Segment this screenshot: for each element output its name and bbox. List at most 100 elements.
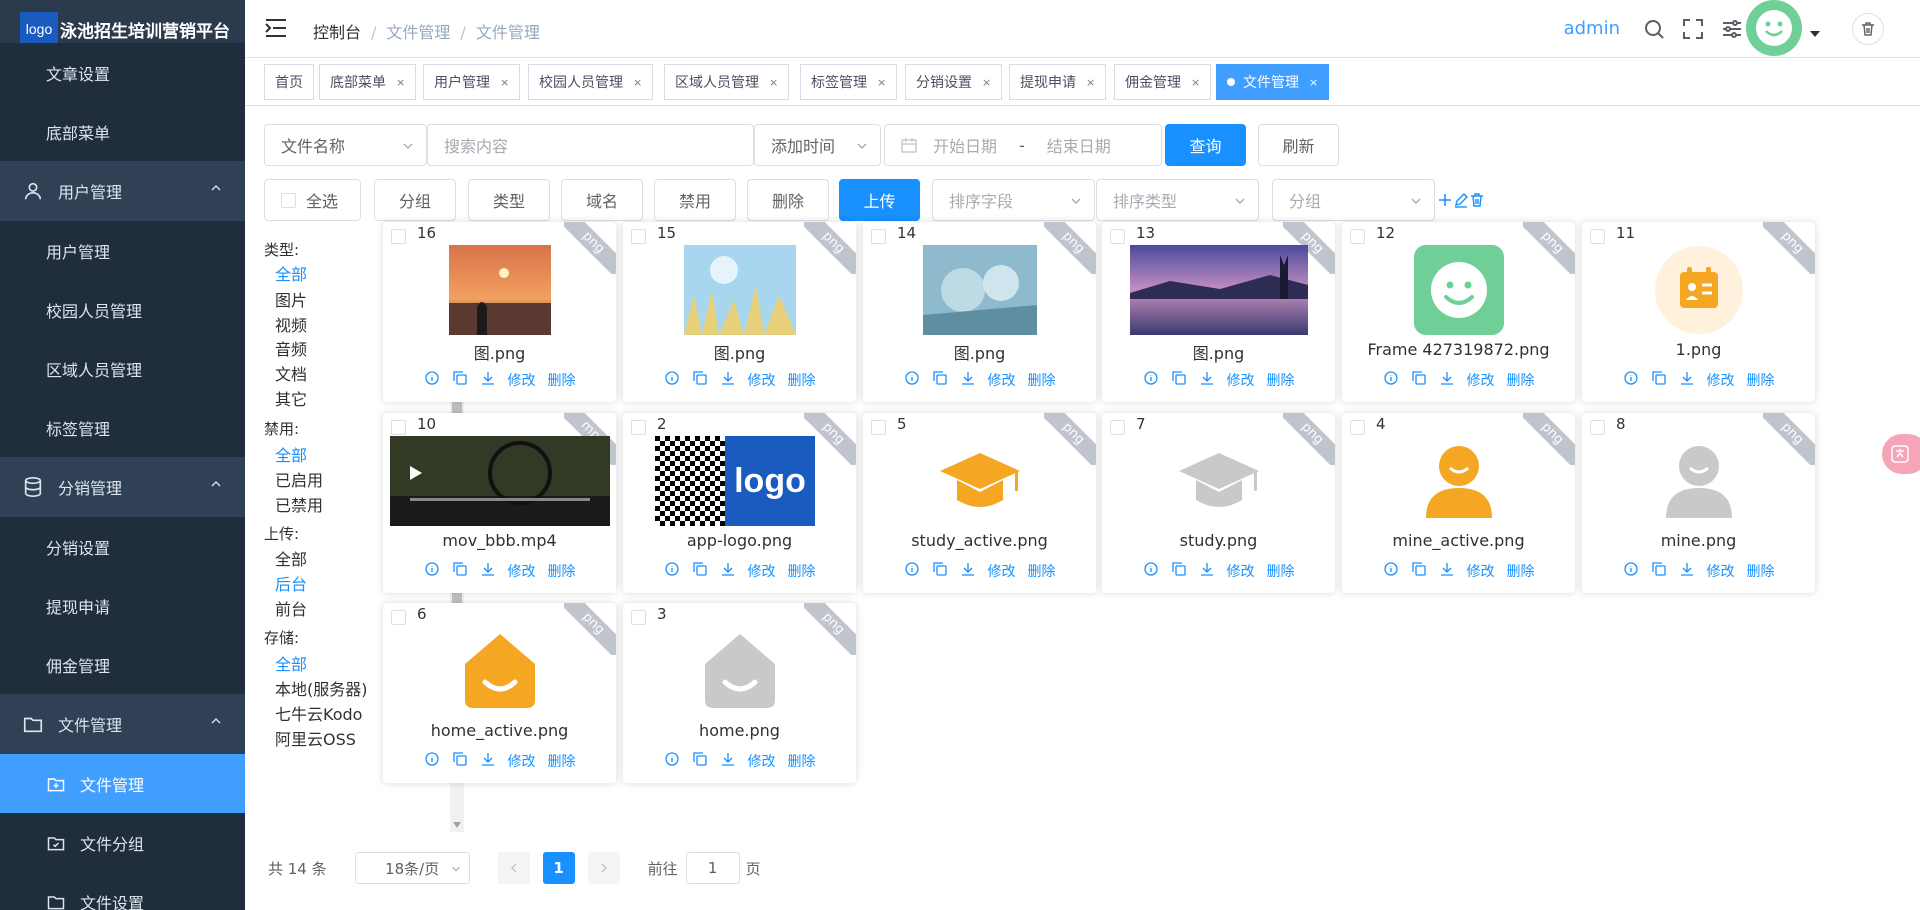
file-thumbnail[interactable] (623, 244, 856, 336)
username[interactable]: admin (1564, 18, 1620, 39)
sidebar-item-commission[interactable]: 佣金管理 (0, 635, 245, 694)
file-card[interactable]: 12 png Frame 427319872.png 修改 删除 (1342, 222, 1575, 402)
delete-file-button[interactable]: 删除 (1747, 370, 1775, 390)
edit-button[interactable]: 修改 (508, 370, 536, 390)
file-thumbnail[interactable] (1582, 244, 1815, 336)
sidebar-item-file-settings[interactable]: 文件设置 (0, 872, 245, 910)
end-date-placeholder[interactable]: 结束日期 (1047, 133, 1111, 157)
file-thumbnail[interactable] (1582, 435, 1815, 527)
tab-tags[interactable]: 标签管理 × (800, 64, 898, 100)
breadcrumb-item[interactable]: 文件管理 (386, 23, 450, 42)
file-card[interactable]: 3 png home.png 修改 删除 (623, 603, 856, 783)
file-thumbnail[interactable] (1102, 435, 1335, 527)
refresh-button[interactable]: 刷新 (1258, 124, 1339, 166)
info-button[interactable] (664, 370, 680, 390)
download-button[interactable] (960, 561, 976, 581)
translate-floating-button[interactable] (1882, 434, 1920, 474)
delete-file-button[interactable]: 删除 (788, 370, 816, 390)
tab-distribution-settings[interactable]: 分销设置 × (905, 64, 1003, 100)
next-page-button[interactable] (587, 852, 620, 884)
search-icon[interactable] (1643, 18, 1665, 40)
edit-button[interactable]: 修改 (748, 751, 776, 771)
close-icon[interactable]: × (982, 76, 991, 89)
tab-region-staff[interactable]: 区域人员管理 × (664, 64, 790, 100)
sidebar-item-withdraw[interactable]: 提现申请 (0, 576, 245, 635)
file-card[interactable]: 11 png 1.png 修改 删除 (1582, 222, 1815, 402)
goto-page-input[interactable]: 1 (685, 852, 740, 884)
info-button[interactable] (1383, 370, 1399, 390)
type-button[interactable]: 类型 (468, 179, 550, 221)
sort-type-select[interactable]: 排序类型 (1096, 179, 1259, 221)
download-button[interactable] (720, 370, 736, 390)
select-all-checkbox[interactable]: 全选 (264, 179, 361, 221)
file-checkbox[interactable] (1350, 229, 1365, 244)
date-range-picker[interactable]: 开始日期 - 结束日期 (884, 124, 1162, 166)
tab-file-manage[interactable]: 文件管理 × (1216, 64, 1330, 100)
file-thumbnail[interactable] (1102, 244, 1335, 336)
search-input[interactable]: 搜索内容 (427, 124, 754, 166)
sidebar-item-user-manage[interactable]: 用户管理 (0, 221, 245, 280)
close-icon[interactable]: × (1191, 76, 1200, 89)
settings-sliders-icon[interactable] (1721, 18, 1743, 40)
info-button[interactable] (1623, 561, 1639, 581)
filter-type-audio[interactable]: 音频 (275, 336, 307, 360)
file-card[interactable]: 16 png 图.png 修改 删除 (383, 222, 616, 402)
edit-button[interactable]: 修改 (988, 561, 1016, 581)
copy-link-button[interactable] (1651, 561, 1667, 581)
edit-button[interactable]: 修改 (748, 370, 776, 390)
info-button[interactable] (664, 751, 680, 771)
sidebar-item-bottom-menu[interactable]: 底部菜单 (0, 102, 245, 161)
edit-button[interactable]: 修改 (988, 370, 1016, 390)
download-button[interactable] (1679, 370, 1695, 390)
query-button[interactable]: 查询 (1165, 124, 1246, 166)
download-button[interactable] (1439, 370, 1455, 390)
file-thumbnail[interactable] (383, 435, 616, 527)
tab-campus-staff[interactable]: 校园人员管理 × (528, 64, 654, 100)
close-icon[interactable]: × (500, 76, 509, 89)
file-thumbnail[interactable] (623, 625, 856, 717)
download-button[interactable] (1439, 561, 1455, 581)
copy-link-button[interactable] (1411, 370, 1427, 390)
file-checkbox[interactable] (871, 420, 886, 435)
filter-upload-all[interactable]: 全部 (275, 546, 307, 570)
copy-link-button[interactable] (692, 751, 708, 771)
file-thumbnail[interactable] (383, 244, 616, 336)
delete-file-button[interactable]: 删除 (548, 561, 576, 581)
delete-file-button[interactable]: 删除 (788, 751, 816, 771)
edit-button[interactable]: 修改 (1707, 561, 1735, 581)
file-card[interactable]: 15 png 图.png 修改 删除 (623, 222, 856, 402)
close-icon[interactable]: × (396, 76, 405, 89)
file-card[interactable]: 13 png 图.png 修改 删除 (1102, 222, 1335, 402)
page-size-select[interactable]: 18条/页 (354, 852, 470, 884)
edit-button[interactable]: 修改 (1467, 561, 1495, 581)
delete-button[interactable]: 删除 (747, 179, 829, 221)
edit-icon[interactable] (1453, 192, 1469, 208)
file-checkbox[interactable] (1350, 420, 1365, 435)
sidebar-item-tags[interactable]: 标签管理 (0, 398, 245, 457)
sidebar-item-distribution-settings[interactable]: 分销设置 (0, 517, 245, 576)
close-icon[interactable]: × (1309, 76, 1318, 89)
filter-upload-backend[interactable]: 后台 (275, 571, 307, 595)
group-select[interactable]: 分组 (1272, 179, 1435, 221)
time-select[interactable]: 添加时间 (754, 124, 881, 166)
file-thumbnail[interactable] (1342, 435, 1575, 527)
filter-type-video[interactable]: 视频 (275, 312, 307, 336)
info-button[interactable] (424, 561, 440, 581)
file-thumbnail[interactable] (863, 435, 1096, 527)
close-icon[interactable]: × (877, 76, 886, 89)
file-checkbox[interactable] (871, 229, 886, 244)
sidebar-item-campus-staff[interactable]: 校园人员管理 (0, 280, 245, 339)
file-card[interactable]: 2 png logo app-logo.png 修改 删除 (623, 413, 856, 593)
file-checkbox[interactable] (631, 420, 646, 435)
copy-link-button[interactable] (452, 751, 468, 771)
filter-storage-local[interactable]: 本地(服务器) (275, 676, 368, 700)
copy-link-button[interactable] (1171, 561, 1187, 581)
sort-field-select[interactable]: 排序字段 (932, 179, 1095, 221)
delete-file-button[interactable]: 删除 (1507, 561, 1535, 581)
delete-file-button[interactable]: 删除 (788, 561, 816, 581)
file-thumbnail[interactable] (383, 625, 616, 717)
edit-button[interactable]: 修改 (508, 751, 536, 771)
download-button[interactable] (1199, 370, 1215, 390)
download-button[interactable] (1199, 561, 1215, 581)
filter-storage-qiniu[interactable]: 七牛云Kodo (275, 701, 362, 725)
